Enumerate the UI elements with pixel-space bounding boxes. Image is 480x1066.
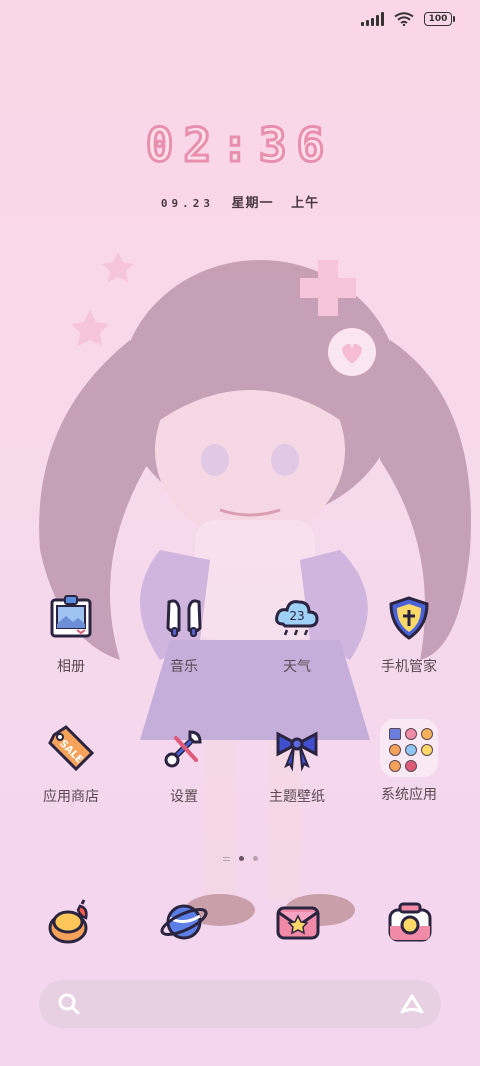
battery-level: 100	[428, 14, 448, 24]
app-label: 设置	[170, 789, 198, 805]
phone-icon[interactable]	[44, 896, 96, 948]
app-phone-manager[interactable]: 手机管家	[353, 592, 465, 676]
app-store[interactable]: SALE 应用商店	[15, 722, 127, 806]
app-weather[interactable]: 23 天气	[241, 592, 353, 676]
page-indicator[interactable]	[0, 856, 480, 861]
browser-icon[interactable]	[158, 896, 210, 948]
app-label: 天气	[283, 659, 311, 675]
folder-icon	[380, 714, 438, 782]
app-music[interactable]: 音乐	[128, 592, 240, 676]
signal-icon	[361, 12, 384, 26]
period-text: 上午	[291, 196, 320, 211]
date-text: 09.23	[160, 197, 215, 210]
battery-icon: 100	[424, 12, 455, 26]
app-settings[interactable]: 设置	[128, 722, 240, 806]
search-bar[interactable]	[39, 980, 441, 1028]
app-label: 音乐	[170, 659, 198, 675]
weather-cloud-icon: 23	[271, 592, 323, 644]
assistant-icon[interactable]	[399, 993, 425, 1015]
headphones-icon	[158, 592, 210, 644]
camera-icon[interactable]	[384, 896, 436, 948]
app-themes[interactable]: 主题壁纸	[241, 722, 353, 806]
lock-date: 09.23 星期一 上午	[0, 192, 480, 211]
weekday-text: 星期一	[231, 196, 274, 211]
lock-clock: 02:36	[144, 117, 335, 174]
messages-icon[interactable]	[272, 896, 324, 948]
app-drawer-indicator[interactable]	[222, 856, 230, 861]
app-label: 相册	[57, 659, 85, 675]
app-system-folder[interactable]: 系统应用	[353, 714, 465, 804]
ribbon-bow-icon	[271, 722, 323, 774]
app-label: 主题壁纸	[269, 789, 325, 805]
shield-icon	[383, 592, 435, 644]
app-photos[interactable]: 相册	[15, 592, 127, 676]
tools-icon	[158, 722, 210, 774]
page-dot-active[interactable]	[238, 856, 244, 861]
photo-album-icon	[45, 592, 97, 644]
app-label: 系统应用	[381, 787, 437, 803]
sale-tag-icon: SALE	[45, 722, 97, 774]
wifi-icon	[394, 12, 414, 26]
status-bar: 100	[361, 12, 455, 26]
app-label: 应用商店	[43, 789, 99, 805]
weather-temp: 23	[289, 609, 304, 623]
app-label: 手机管家	[381, 659, 437, 675]
page-dot[interactable]	[252, 856, 258, 861]
search-icon[interactable]	[57, 992, 81, 1016]
